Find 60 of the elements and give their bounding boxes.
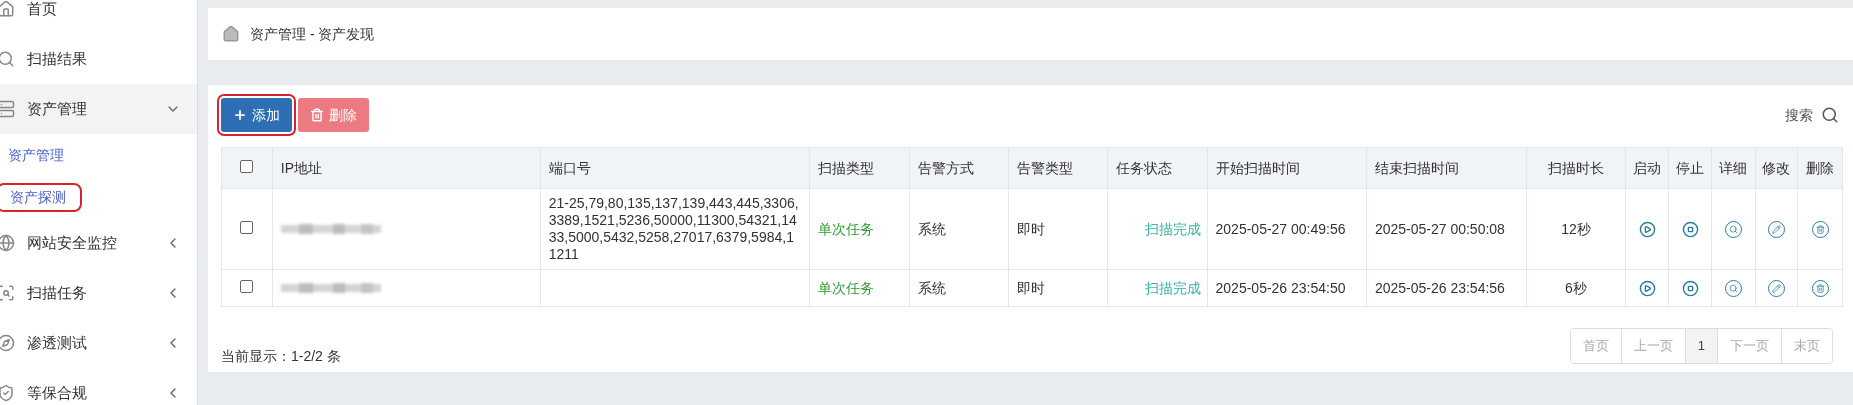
pagination-button[interactable]: 1 bbox=[1684, 328, 1717, 363]
table-cell: 2025-05-26 23:54:50 bbox=[1215, 279, 1346, 296]
table-cell: 2025-05-27 00:49:56 bbox=[1215, 220, 1346, 237]
breadcrumb: 资产管理 - 资产发现 bbox=[250, 24, 375, 44]
sidebar-item[interactable]: 首页 bbox=[0, 0, 197, 34]
globe-icon bbox=[0, 234, 15, 252]
column-header: 停止 bbox=[1676, 159, 1705, 176]
stop-icon[interactable] bbox=[1681, 279, 1699, 297]
column-header: 扫描时长 bbox=[1548, 159, 1604, 176]
sidebar-item[interactable]: 等保合规 bbox=[0, 368, 197, 405]
table-cell: 2025-05-27 00:50:08 bbox=[1374, 220, 1505, 237]
server-icon bbox=[0, 100, 15, 118]
trash-icon bbox=[310, 108, 324, 122]
status-text: 扫描完成 bbox=[1144, 279, 1201, 296]
sidebar-item[interactable]: 扫描任务 bbox=[0, 268, 197, 318]
column-header: 告警类型 bbox=[1016, 159, 1073, 176]
home-icon bbox=[222, 25, 240, 43]
column-header: 任务状态 bbox=[1116, 159, 1173, 176]
stop-icon[interactable] bbox=[1681, 220, 1699, 238]
checkbox[interactable] bbox=[240, 159, 254, 173]
record-summary: 当前显示：1-2/2 条 bbox=[221, 347, 341, 366]
compass-icon bbox=[0, 334, 15, 352]
column-header: 修改 bbox=[1762, 159, 1791, 176]
column-header: 扫描类型 bbox=[817, 159, 874, 176]
table-cell: 即时 bbox=[1016, 279, 1045, 296]
checkbox[interactable] bbox=[240, 220, 254, 234]
column-header: 开始扫描时间 bbox=[1215, 159, 1300, 176]
plus-icon bbox=[233, 108, 247, 122]
table-cell: 单次任务 bbox=[817, 220, 874, 237]
sidebar-item[interactable]: 网站安全监控 bbox=[0, 218, 197, 268]
search-icon bbox=[0, 50, 15, 68]
table-cell: 2025-05-26 23:54:56 bbox=[1374, 279, 1505, 296]
table-cell: 系统 bbox=[918, 279, 947, 296]
column-header: 启动 bbox=[1633, 159, 1662, 176]
column-header: 告警方式 bbox=[918, 159, 975, 176]
play-icon[interactable] bbox=[1638, 279, 1656, 297]
table-cell: 12秒 bbox=[1561, 220, 1591, 237]
sidebar-item[interactable]: 渗透测试 bbox=[0, 318, 197, 368]
shield-icon bbox=[0, 384, 15, 402]
column-header: 端口号 bbox=[548, 159, 591, 176]
sidebar-subitem[interactable]: 资产探测 bbox=[0, 182, 82, 212]
table-cell-text: 21-25,79,80,135,137,139,443,445,3306,3389,1521,5236,50000,11300,54321,1433,5000,5432,5258,27017,6379,5984,11211 bbox=[548, 195, 800, 263]
column-header: IP地址 bbox=[280, 159, 322, 176]
search-label[interactable]: 搜索 bbox=[1785, 104, 1813, 126]
column-header: 详细 bbox=[1719, 159, 1748, 176]
column-header: 结束扫描时间 bbox=[1374, 159, 1459, 176]
status-text: 扫描完成 bbox=[1144, 220, 1201, 237]
home-icon bbox=[0, 0, 15, 18]
sidebar-item[interactable]: 扫描结果 bbox=[0, 34, 197, 84]
table-cell: 系统 bbox=[918, 220, 947, 237]
table-cell: 单次任务 bbox=[817, 279, 874, 296]
table-cell: 即时 bbox=[1016, 220, 1045, 237]
column-header: 删除 bbox=[1806, 159, 1835, 176]
search-icon[interactable] bbox=[1821, 106, 1839, 124]
sidebar-item[interactable]: 资产管理 bbox=[0, 84, 197, 134]
checkbox[interactable] bbox=[240, 279, 254, 293]
play-icon[interactable] bbox=[1638, 220, 1656, 238]
sidebar-subitem[interactable]: 资产管理 bbox=[0, 142, 78, 168]
table-cell: 6秒 bbox=[1565, 279, 1587, 296]
scan-icon bbox=[0, 284, 15, 302]
